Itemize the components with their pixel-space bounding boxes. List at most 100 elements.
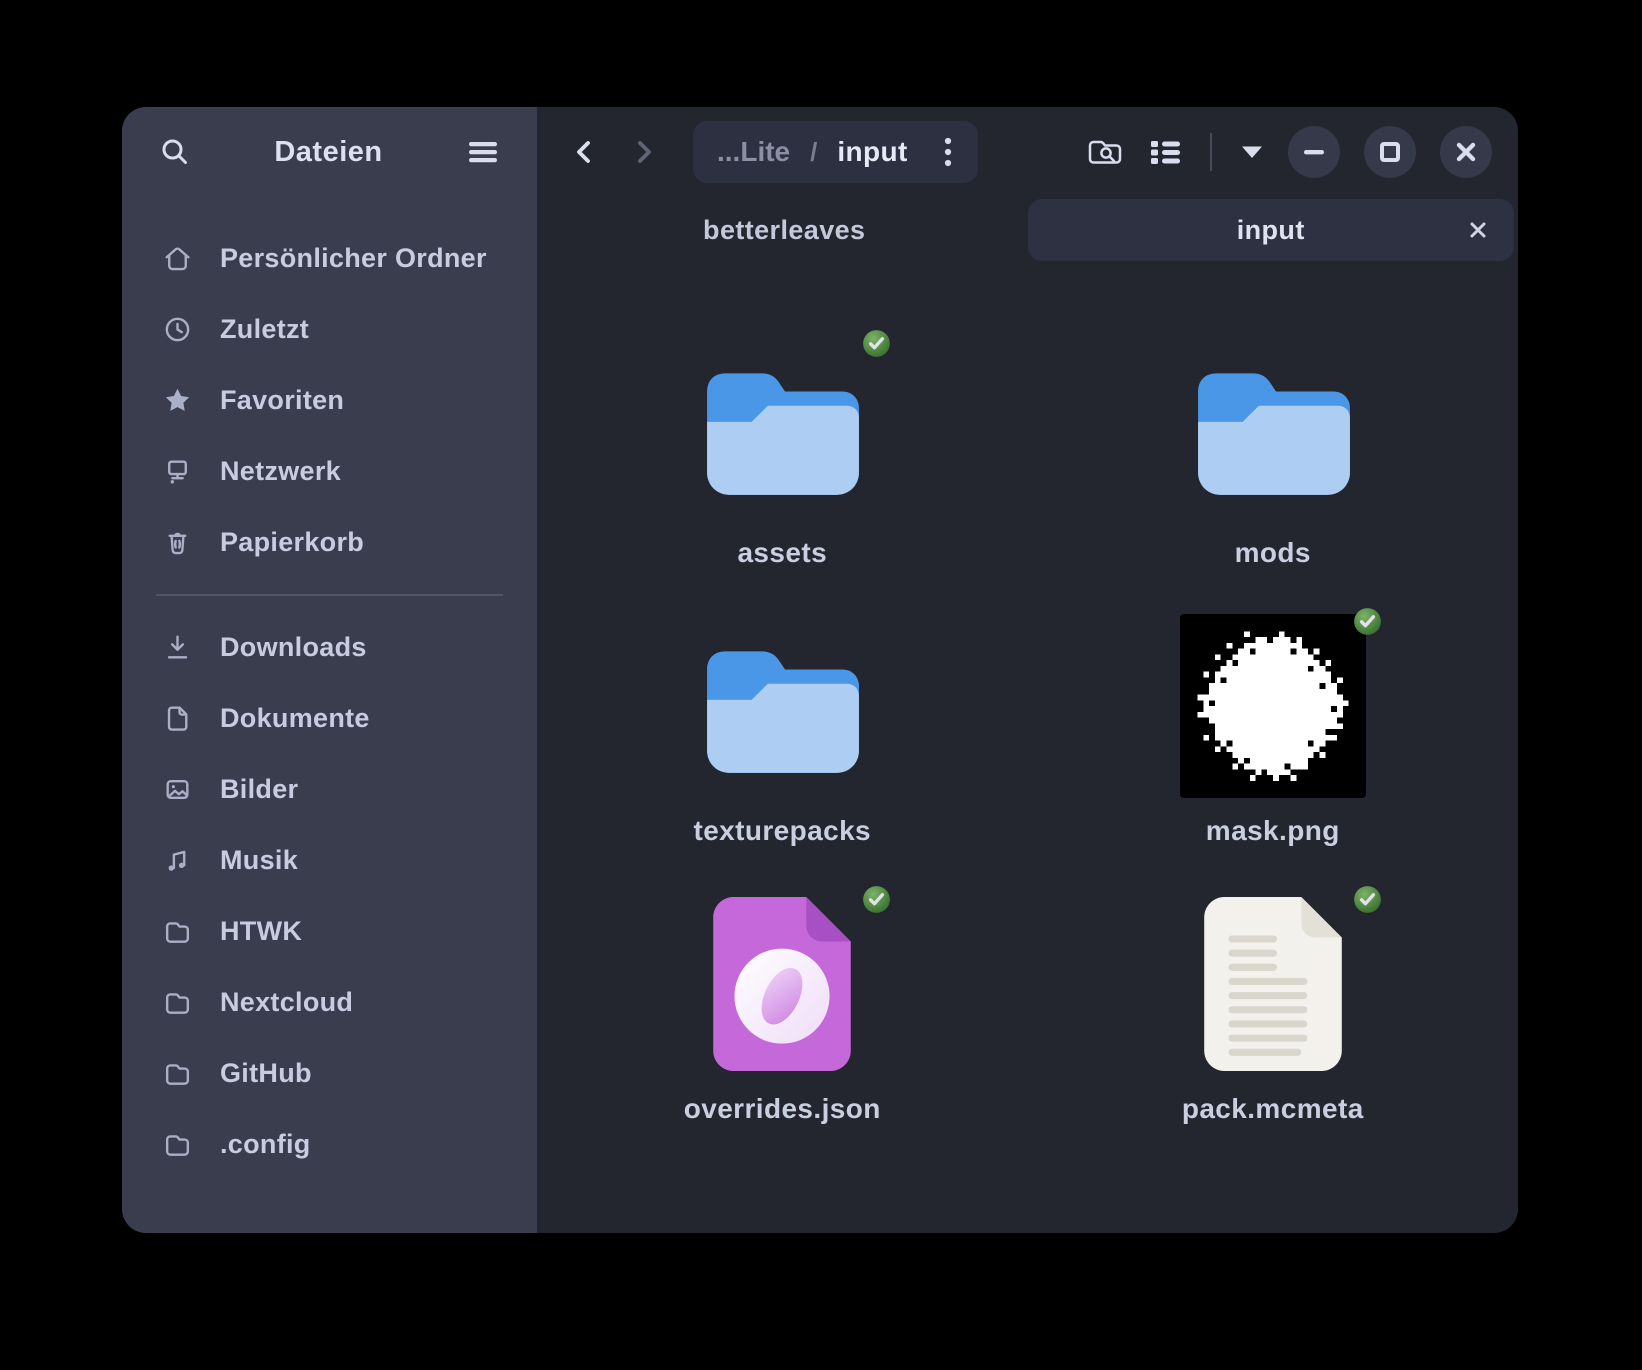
minimize-button[interactable]	[1288, 126, 1340, 178]
breadcrumb-current[interactable]: input	[837, 136, 907, 168]
toolbar-separator	[1210, 133, 1212, 171]
sidebar-item-label: Downloads	[220, 632, 367, 663]
sidebar-item-label: Nextcloud	[220, 987, 353, 1018]
sidebar-header: Dateien	[122, 107, 537, 197]
sidebar-item-pictures[interactable]: Bilder	[148, 754, 511, 825]
file-item-mods[interactable]: mods	[1123, 335, 1423, 569]
sidebar-item-config[interactable]: .config	[148, 1109, 511, 1180]
header-actions	[1086, 126, 1492, 178]
folder-search-icon	[1086, 136, 1124, 168]
sidebar-item-github[interactable]: GitHub	[148, 1038, 511, 1109]
folder-icon	[701, 361, 863, 495]
close-button[interactable]	[1440, 126, 1492, 178]
sidebar: Dateien Persönlicher Ordner	[122, 107, 537, 1233]
trash-icon	[160, 527, 194, 558]
sidebar-item-label: Zuletzt	[220, 314, 309, 345]
image-icon	[160, 774, 194, 805]
sidebar-item-recent[interactable]: Zuletzt	[148, 294, 511, 365]
chevron-down-triangle-icon	[1240, 145, 1264, 159]
file-item-overrides-json[interactable]: overrides.json	[632, 891, 932, 1125]
clock-icon	[160, 314, 194, 345]
breadcrumb-separator: /	[810, 137, 817, 168]
page-title: Dateien	[192, 136, 465, 169]
hamburger-menu-icon	[465, 137, 501, 167]
mask-image-thumbnail	[1180, 614, 1366, 798]
file-item-assets[interactable]: assets	[632, 335, 932, 569]
file-grid: assets mods	[537, 263, 1518, 1233]
folder-icon	[160, 1129, 194, 1160]
folder-icon	[1192, 361, 1354, 495]
search-icon	[158, 135, 192, 169]
main-menu-button[interactable]	[465, 137, 501, 167]
network-icon	[160, 456, 194, 487]
json-file-icon	[713, 897, 851, 1071]
download-icon	[160, 632, 194, 663]
sync-check-badge	[1353, 607, 1382, 636]
file-manager-window: Dateien Persönlicher Ordner	[122, 107, 1518, 1233]
sidebar-item-label: GitHub	[220, 1058, 312, 1089]
sidebar-item-label: Persönlicher Ordner	[220, 243, 487, 274]
sidebar-item-nextcloud[interactable]: Nextcloud	[148, 967, 511, 1038]
sidebar-item-label: Favoriten	[220, 385, 344, 416]
forward-button[interactable]	[627, 134, 661, 170]
search-in-folder-button[interactable]	[1086, 136, 1124, 168]
sync-check-badge	[1353, 885, 1382, 914]
sidebar-item-label: Papierkorb	[220, 527, 364, 558]
sync-check-badge	[862, 329, 891, 358]
sync-check-badge	[862, 885, 891, 914]
header-bar: ...Lite / input	[537, 107, 1518, 197]
file-item-mask-png[interactable]: mask.png	[1123, 613, 1423, 847]
minimize-icon	[1303, 148, 1325, 156]
view-list-toggle-button[interactable]	[1148, 136, 1182, 168]
sidebar-divider	[156, 594, 503, 596]
sidebar-item-documents[interactable]: Dokumente	[148, 683, 511, 754]
chevron-right-icon	[627, 134, 661, 170]
sidebar-item-label: Musik	[220, 845, 298, 876]
file-label: assets	[737, 537, 827, 569]
sidebar-item-label: Dokumente	[220, 703, 370, 734]
close-icon	[1468, 220, 1488, 240]
tab-label: input	[1237, 215, 1305, 246]
tab-betterleaves[interactable]: betterleaves	[541, 199, 1028, 261]
sidebar-item-trash[interactable]: Papierkorb	[148, 507, 511, 578]
sidebar-item-label: HTWK	[220, 916, 302, 947]
document-icon	[160, 703, 194, 734]
home-icon	[160, 243, 194, 274]
sidebar-item-downloads[interactable]: Downloads	[148, 612, 511, 683]
sidebar-item-label: Bilder	[220, 774, 298, 805]
file-label: texturepacks	[693, 815, 871, 847]
folder-icon	[160, 916, 194, 947]
folder-icon	[160, 987, 194, 1018]
chevron-left-icon	[567, 134, 601, 170]
sidebar-item-htwk[interactable]: HTWK	[148, 896, 511, 967]
tab-input[interactable]: input	[1028, 199, 1515, 261]
sidebar-item-label: Netzwerk	[220, 456, 341, 487]
folder-icon	[701, 639, 863, 773]
back-button[interactable]	[567, 134, 601, 170]
view-list-icon	[1148, 136, 1182, 168]
music-icon	[160, 845, 194, 876]
file-label: mods	[1235, 537, 1311, 569]
tab-bar: betterleaves input	[537, 197, 1518, 263]
view-options-dropdown[interactable]	[1240, 145, 1264, 159]
sidebar-item-home[interactable]: Persönlicher Ordner	[148, 223, 511, 294]
tab-label: betterleaves	[703, 215, 865, 246]
close-icon	[1455, 141, 1477, 163]
sidebar-item-network[interactable]: Netzwerk	[148, 436, 511, 507]
file-item-pack-mcmeta[interactable]: pack.mcmeta	[1123, 891, 1423, 1125]
breadcrumb-parent[interactable]: ...Lite	[717, 136, 790, 168]
sidebar-nav: Persönlicher Ordner Zuletzt Favoriten	[122, 197, 537, 1180]
breadcrumb: ...Lite / input	[693, 121, 978, 183]
folder-icon	[160, 1058, 194, 1089]
tab-close-button[interactable]	[1464, 216, 1492, 244]
sidebar-item-label: .config	[220, 1129, 311, 1160]
sidebar-item-music[interactable]: Musik	[148, 825, 511, 896]
folder-options-button[interactable]	[942, 134, 954, 170]
file-item-texturepacks[interactable]: texturepacks	[632, 613, 932, 847]
file-label: overrides.json	[684, 1093, 881, 1125]
sidebar-item-starred[interactable]: Favoriten	[148, 365, 511, 436]
maximize-button[interactable]	[1364, 126, 1416, 178]
text-file-icon	[1204, 897, 1342, 1071]
search-button[interactable]	[158, 135, 192, 169]
kebab-menu-icon	[942, 134, 954, 170]
